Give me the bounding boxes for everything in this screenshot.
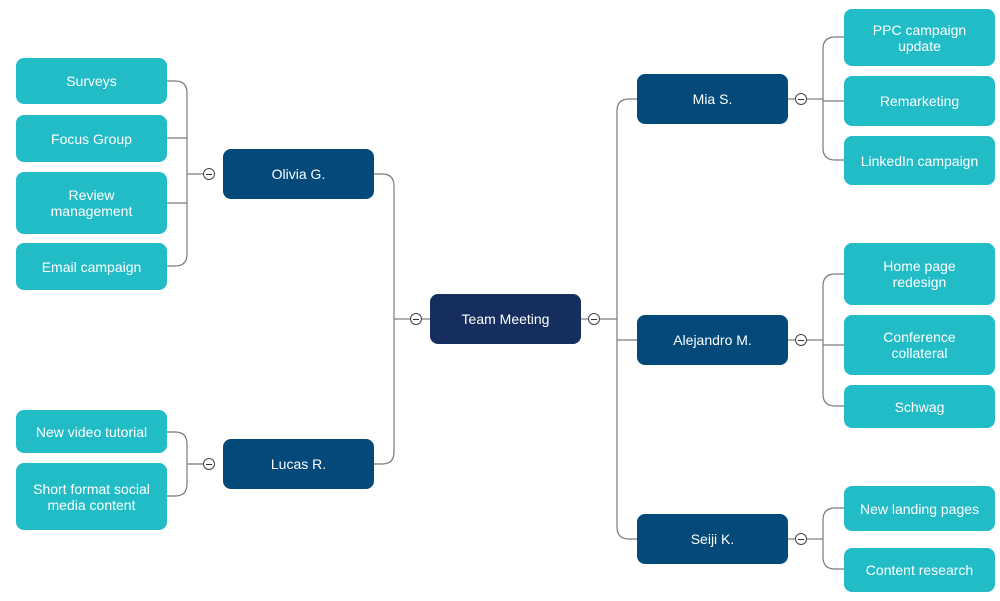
- task-label: LinkedIn campaign: [860, 152, 979, 169]
- task-node[interactable]: LinkedIn campaign: [844, 136, 995, 185]
- task-node[interactable]: Short format social media content: [16, 463, 167, 530]
- branch-node-seiji[interactable]: Seiji K.: [637, 514, 788, 564]
- task-label: Focus Group: [51, 130, 132, 147]
- task-node[interactable]: Surveys: [16, 58, 167, 104]
- task-label: New landing pages: [859, 500, 980, 517]
- branch-node-lucas[interactable]: Lucas R.: [223, 439, 374, 489]
- branch-label: Lucas R.: [270, 456, 327, 472]
- branch-label: Olivia G.: [271, 166, 326, 182]
- root-node-team-meeting[interactable]: Team Meeting: [430, 294, 581, 344]
- minus-circle-icon[interactable]: [795, 334, 807, 346]
- connector-alejandro-tasks: [822, 273, 844, 407]
- branch-label: Seiji K.: [690, 531, 735, 547]
- task-label: Remarketing: [879, 93, 960, 109]
- task-node[interactable]: Remarketing: [844, 76, 995, 126]
- connector-lucas-tasks: [167, 431, 188, 497]
- connector-root-to-right-branches: [616, 98, 637, 540]
- minus-circle-icon[interactable]: [795, 533, 807, 545]
- task-node[interactable]: New video tutorial: [16, 410, 167, 453]
- task-node[interactable]: Email campaign: [16, 243, 167, 290]
- branch-node-olivia[interactable]: Olivia G.: [223, 149, 374, 199]
- task-node[interactable]: PPC campaign update: [844, 9, 995, 66]
- task-node[interactable]: New landing pages: [844, 486, 995, 531]
- branch-node-alejandro[interactable]: Alejandro M.: [637, 315, 788, 365]
- minus-circle-icon[interactable]: [795, 93, 807, 105]
- minus-circle-icon[interactable]: [588, 313, 600, 325]
- task-node[interactable]: Conference collateral: [844, 315, 995, 375]
- branch-label: Mia S.: [692, 91, 733, 107]
- task-node[interactable]: Home page redesign: [844, 243, 995, 305]
- task-label: Surveys: [66, 73, 117, 89]
- connector-olivia-tasks: [167, 80, 188, 267]
- branch-node-mia[interactable]: Mia S.: [637, 74, 788, 124]
- minus-circle-icon[interactable]: [203, 458, 215, 470]
- branch-label: Alejandro M.: [673, 332, 752, 348]
- task-label: PPC campaign update: [872, 21, 967, 54]
- connector-seiji-tasks: [822, 507, 844, 570]
- task-label: Home page redesign: [883, 258, 956, 290]
- connector-mia-tasks: [822, 36, 844, 161]
- task-label: New video tutorial: [35, 423, 148, 440]
- task-node[interactable]: Focus Group: [16, 115, 167, 162]
- task-label: Schwag: [894, 398, 945, 415]
- task-label: Email campaign: [41, 258, 142, 275]
- task-label: Short format social media content: [33, 480, 150, 513]
- task-label: Content research: [865, 562, 974, 578]
- task-label: Review management: [50, 187, 133, 219]
- task-node[interactable]: Schwag: [844, 385, 995, 428]
- minus-circle-icon[interactable]: [203, 168, 215, 180]
- task-node[interactable]: Review management: [16, 172, 167, 234]
- task-node[interactable]: Content research: [844, 548, 995, 592]
- task-label: Conference collateral: [883, 329, 956, 361]
- minus-circle-icon[interactable]: [410, 313, 422, 325]
- connector-root-to-left-branches: [374, 173, 395, 465]
- root-label: Team Meeting: [461, 311, 550, 327]
